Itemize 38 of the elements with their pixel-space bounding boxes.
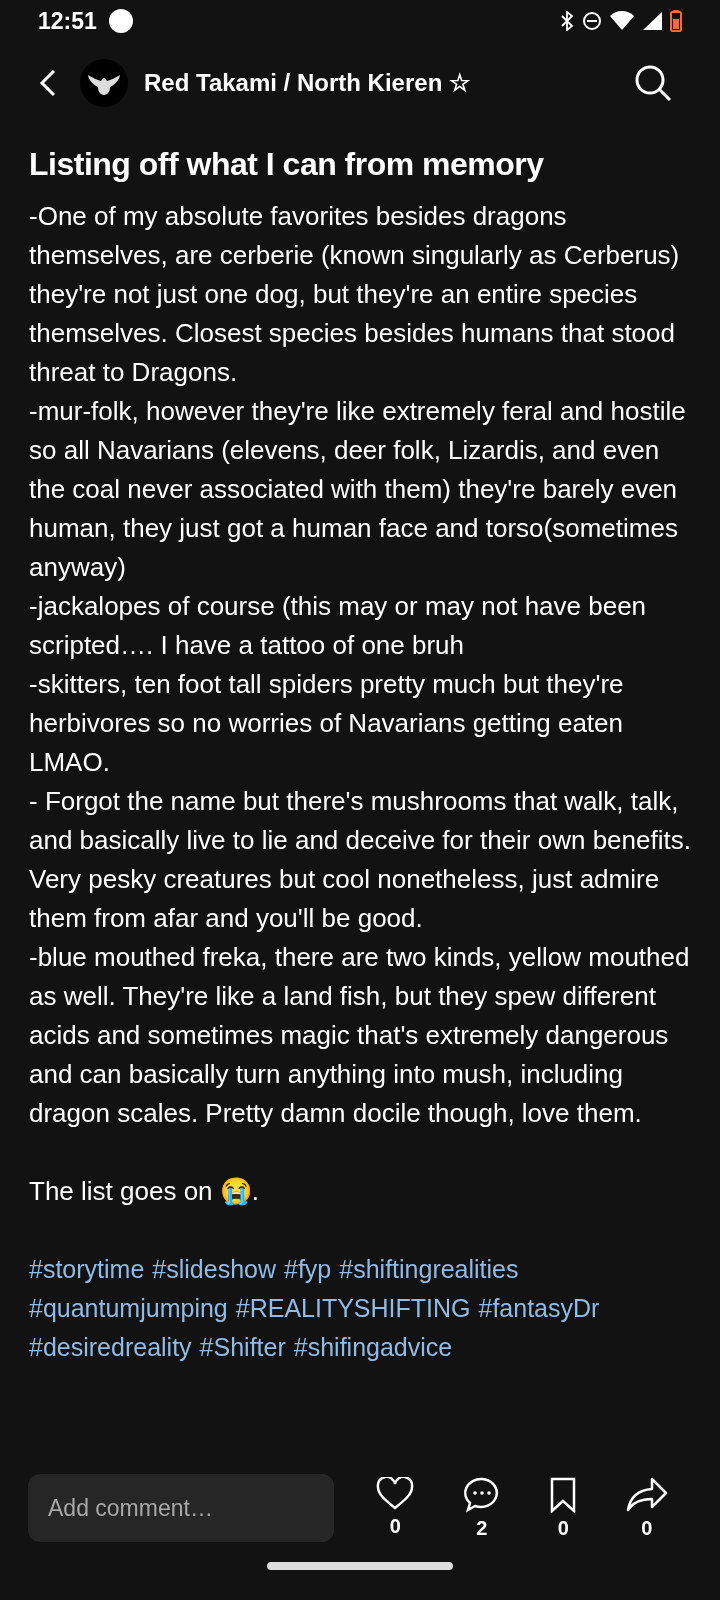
hashtag-link[interactable]: #quantumjumping xyxy=(29,1289,228,1328)
post-paragraph: - Forgot the name but there's mushrooms that walk, talk, and basically live to lie and deceive for their own benefits. Very pesky creatures but cool nonetheless, just admire them from afar and you'll be good. xyxy=(29,785,691,935)
action-count: 0 xyxy=(641,1516,653,1540)
author-name[interactable]: Red Takami / North Kieren ☆ xyxy=(144,69,471,97)
hashtag-link[interactable]: #desiredreality xyxy=(29,1328,192,1367)
signal-icon xyxy=(642,11,662,31)
wifi-icon xyxy=(610,11,634,31)
hashtag-link[interactable]: #slideshow xyxy=(152,1250,276,1289)
post-paragraph: -mur-folk, however they're like extremely feral and hostile so all Navarians (elevens, deer folk, Lizardis, and even the coal never associated with them) they're barely even human, they just got a human face and torso(sometimes anyway) xyxy=(29,395,687,584)
hashtag-link[interactable]: #fyp xyxy=(284,1250,332,1289)
hashtag-link[interactable]: #fantasyDr xyxy=(478,1289,600,1328)
back-icon[interactable] xyxy=(38,68,58,98)
do-not-disturb-icon xyxy=(582,11,602,31)
hashtag-link[interactable]: #Shifter xyxy=(199,1328,286,1367)
bluetooth-icon xyxy=(560,11,574,31)
action-count: 0 xyxy=(389,1514,401,1538)
comment-field[interactable]: Add comment… xyxy=(28,1474,334,1542)
hashtag-link[interactable]: #storytime xyxy=(29,1250,145,1289)
hashtag-link[interactable]: #shiftingrealities xyxy=(339,1250,519,1289)
hashtag-link[interactable]: #shifingadvice xyxy=(293,1328,453,1367)
hashtag-link[interactable]: #REALITYSHIFTING xyxy=(235,1289,471,1328)
status-time: 12:51 xyxy=(38,7,97,35)
avatar-icon[interactable] xyxy=(80,59,128,107)
share-arrow-icon[interactable] xyxy=(625,1476,668,1513)
post-paragraph: The list goes on 😭. xyxy=(29,1175,260,1208)
post-paragraph: -One of my absolute favorites besides dragons themselves, are cerberie (known singularly as Cerberus) they're not just one dog, but they're an entire species themselves. Closest species besides humans that stood threat to Dragons. xyxy=(29,200,681,389)
post-paragraph: -skitters, ten foot tall spiders pretty much but they're herbivores so no worries of Navarians getting eaten LMAO. xyxy=(29,668,625,779)
bookmark-icon[interactable] xyxy=(549,1476,578,1513)
post-paragraph: -jackalopes of course (this may or may not have been scripted…. I have a tattoo of one bruh xyxy=(29,590,648,662)
battery-icon xyxy=(670,10,682,32)
action-count: 2 xyxy=(476,1516,488,1540)
speech-bubble-icon[interactable] xyxy=(462,1476,501,1513)
heart-icon[interactable] xyxy=(376,1476,415,1511)
action-count: 0 xyxy=(557,1516,569,1540)
search-icon[interactable] xyxy=(634,64,672,102)
notification-dot-icon xyxy=(108,9,133,33)
post-paragraph: -blue mouthed freka, there are two kinds, yellow mouthed as well. They're like a land fish, but they spew different acids and sometimes magic that's extremely dangerous and can basically turn anything into mush, including dragon scales. Pretty damn docile though, love them. xyxy=(29,941,691,1130)
post-title: Listing off what I can from memory xyxy=(29,146,545,183)
